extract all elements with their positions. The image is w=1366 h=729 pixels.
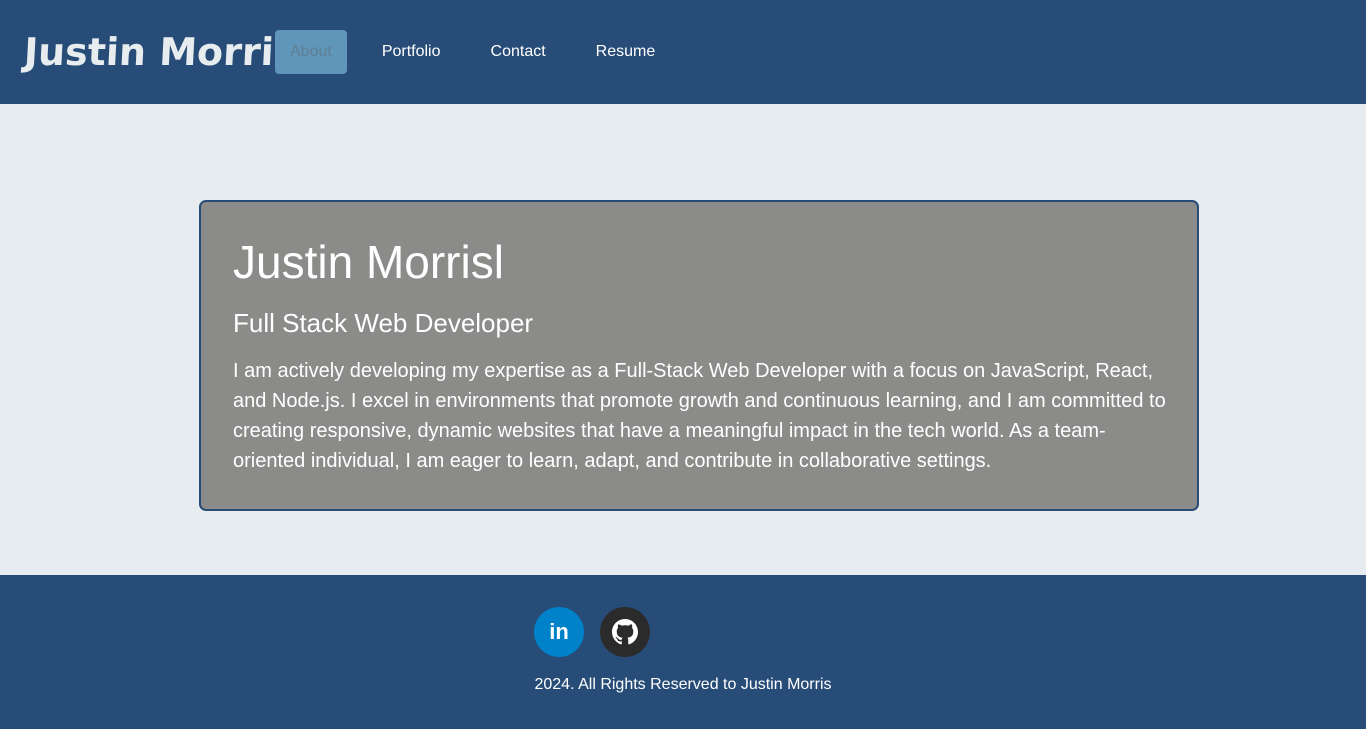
about-subtitle: Full Stack Web Developer [233, 308, 534, 338]
github-button[interactable] [600, 607, 650, 657]
about-card: Justin Morrisl Full Stack Web Developer … [199, 200, 1199, 511]
nav-portfolio[interactable]: Portfolio [367, 30, 456, 74]
about-title: Justin Morrisl [233, 236, 504, 288]
nav-resume[interactable]: Resume [581, 30, 671, 74]
linkedin-icon: in [549, 619, 569, 644]
github-icon [612, 619, 638, 645]
copyright-text: 2024. All Rights Reserved to Justin Morr… [534, 676, 832, 693]
main-nav: About Portfolio Contact Resume [275, 30, 690, 74]
about-description: I am actively developing my expertise as… [233, 360, 1166, 472]
main-content: Justin Morrisl Full Stack Web Developer … [0, 104, 1366, 575]
linkedin-button[interactable]: in [534, 607, 584, 657]
nav-contact[interactable]: Contact [476, 30, 561, 74]
nav-about[interactable]: About [275, 30, 347, 74]
site-footer: in 2024. All Rights Reserved to Justin M… [0, 575, 1366, 729]
site-header: Justin Morris About Portfolio Contact Re… [0, 0, 1366, 104]
social-links: in [534, 607, 666, 657]
brand-logo[interactable]: Justin Morris [23, 26, 298, 78]
